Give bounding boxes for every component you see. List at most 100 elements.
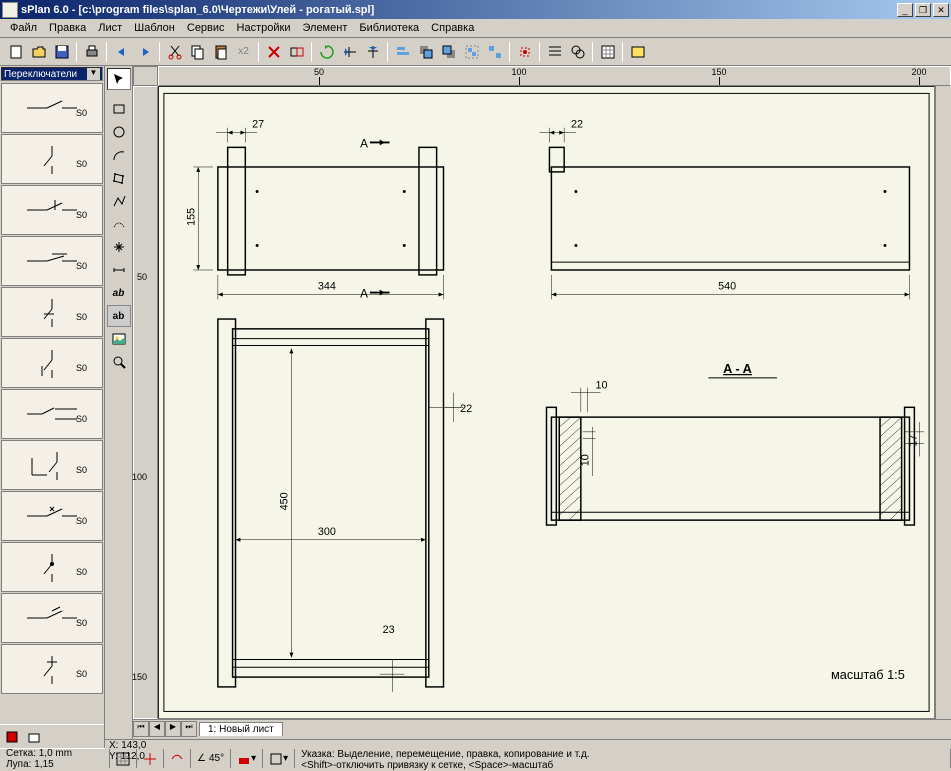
lib-item[interactable]: S0	[1, 287, 103, 337]
lib-item[interactable]: S0	[1, 440, 103, 490]
dim-10a: 10	[596, 380, 608, 392]
lib-label: S0	[76, 618, 87, 628]
lib-label: S0	[76, 567, 87, 577]
tab-nav-last[interactable]: ⏭	[181, 721, 197, 737]
tool-palette: ab ab	[105, 66, 133, 739]
list-button[interactable]	[543, 41, 566, 63]
tab-nav-first[interactable]: ⏮	[133, 721, 149, 737]
tab-nav-prev[interactable]: ◀	[149, 721, 165, 737]
scrollbar-horizontal[interactable]	[283, 719, 951, 735]
print-button[interactable]	[80, 41, 103, 63]
close-button[interactable]: ✕	[933, 3, 949, 17]
lib-item[interactable]: S0	[1, 83, 103, 133]
menu-library[interactable]: Библиотека	[353, 20, 425, 36]
lib-label: S0	[76, 363, 87, 373]
mirror-h-button[interactable]	[338, 41, 361, 63]
dim-22b: 22	[460, 403, 472, 415]
zoom-tool[interactable]	[107, 351, 131, 373]
status-angle: 45°	[209, 753, 224, 764]
menu-template[interactable]: Шаблон	[128, 20, 181, 36]
rect-tool[interactable]	[107, 98, 131, 120]
status-color2-btn[interactable]: ▾	[263, 749, 295, 768]
bring-front-button[interactable]	[414, 41, 437, 63]
lib-label: S0	[76, 312, 87, 322]
redo-button[interactable]	[133, 41, 156, 63]
menu-help[interactable]: Справка	[425, 20, 480, 36]
image-tool[interactable]	[107, 328, 131, 350]
bezier-tool[interactable]	[107, 213, 131, 235]
delete-button[interactable]	[262, 41, 285, 63]
undo-button[interactable]	[110, 41, 133, 63]
menu-edit[interactable]: Правка	[43, 20, 92, 36]
send-back-button[interactable]	[437, 41, 460, 63]
search-button[interactable]	[566, 41, 589, 63]
ungroup-button[interactable]	[483, 41, 506, 63]
canvas[interactable]: 27 155 344 A A	[158, 86, 935, 719]
lib-item[interactable]: S0	[1, 593, 103, 643]
tab-nav-next[interactable]: ▶	[165, 721, 181, 737]
copy-button[interactable]	[186, 41, 209, 63]
line-tool[interactable]	[107, 190, 131, 212]
status-snap-icon[interactable]	[137, 749, 164, 768]
special-tool[interactable]	[107, 236, 131, 258]
status-grid-icon[interactable]	[110, 749, 137, 768]
lib-add-button[interactable]	[24, 728, 44, 746]
ruler-h-label: 150	[711, 67, 726, 77]
polygon-tool[interactable]	[107, 167, 131, 189]
ruler-horizontal: 50 100 150 200	[158, 66, 951, 86]
group-button[interactable]	[460, 41, 483, 63]
rotate-button[interactable]	[315, 41, 338, 63]
align-button[interactable]	[391, 41, 414, 63]
status-rubber-icon[interactable]	[164, 749, 191, 768]
library-panel: Переключатели ▼ S0 S0 S0 S0 S0 S0 S0 S0 …	[0, 66, 105, 748]
lib-edit-button[interactable]	[2, 728, 22, 746]
lib-label: S0	[76, 108, 87, 118]
status-color-btn[interactable]: ▾	[231, 749, 263, 768]
text-tool[interactable]: ab	[107, 282, 131, 304]
library-selector[interactable]: Переключатели ▼	[1, 67, 103, 81]
app-icon	[2, 2, 18, 18]
menu-settings[interactable]: Настройки	[231, 20, 297, 36]
scrollbar-vertical[interactable]	[935, 86, 951, 719]
cut-button[interactable]	[163, 41, 186, 63]
dim-155: 155	[185, 208, 197, 226]
sheet-tab[interactable]: 1: Новый лист	[199, 722, 283, 736]
lib-label: S0	[76, 261, 87, 271]
lib-item[interactable]: S0	[1, 542, 103, 592]
lib-item[interactable]: S0	[1, 491, 103, 541]
circle-tool[interactable]	[107, 121, 131, 143]
dim-22: 22	[571, 119, 583, 131]
minimize-button[interactable]: _	[897, 3, 913, 17]
paste-multi-button[interactable]: x2	[232, 41, 255, 63]
lib-item[interactable]: S0	[1, 389, 103, 439]
lib-item[interactable]: S0	[1, 185, 103, 235]
snap-button[interactable]	[513, 41, 536, 63]
dim-540: 540	[718, 281, 736, 293]
lib-item[interactable]: S0	[1, 338, 103, 388]
pointer-tool[interactable]	[107, 68, 131, 90]
menu-file[interactable]: Файл	[4, 20, 43, 36]
menu-sheet[interactable]: Лист	[92, 20, 128, 36]
status-grid: Сетка: 1,0 mm	[6, 748, 72, 759]
arc-tool[interactable]	[107, 144, 131, 166]
lib-item[interactable]: S0	[1, 236, 103, 286]
preview-button[interactable]	[626, 41, 649, 63]
titlebar: sPlan 6.0 - [c:\program files\splan_6.0\…	[0, 0, 951, 19]
lib-item[interactable]: S0	[1, 134, 103, 184]
grid-button[interactable]	[596, 41, 619, 63]
dim-27: 27	[252, 119, 264, 131]
ruler-h-label: 50	[314, 67, 324, 77]
lib-label: S0	[76, 516, 87, 526]
duplicate-button[interactable]	[285, 41, 308, 63]
maximize-button[interactable]: ❐	[915, 3, 931, 17]
mirror-v-button[interactable]	[361, 41, 384, 63]
new-button[interactable]	[4, 41, 27, 63]
paste-button[interactable]	[209, 41, 232, 63]
dimension-tool[interactable]	[107, 259, 131, 281]
menu-service[interactable]: Сервис	[181, 20, 231, 36]
open-button[interactable]	[27, 41, 50, 63]
menu-element[interactable]: Элемент	[296, 20, 353, 36]
save-button[interactable]	[50, 41, 73, 63]
textbox-tool[interactable]: ab	[107, 305, 131, 327]
lib-item[interactable]: S0	[1, 644, 103, 694]
